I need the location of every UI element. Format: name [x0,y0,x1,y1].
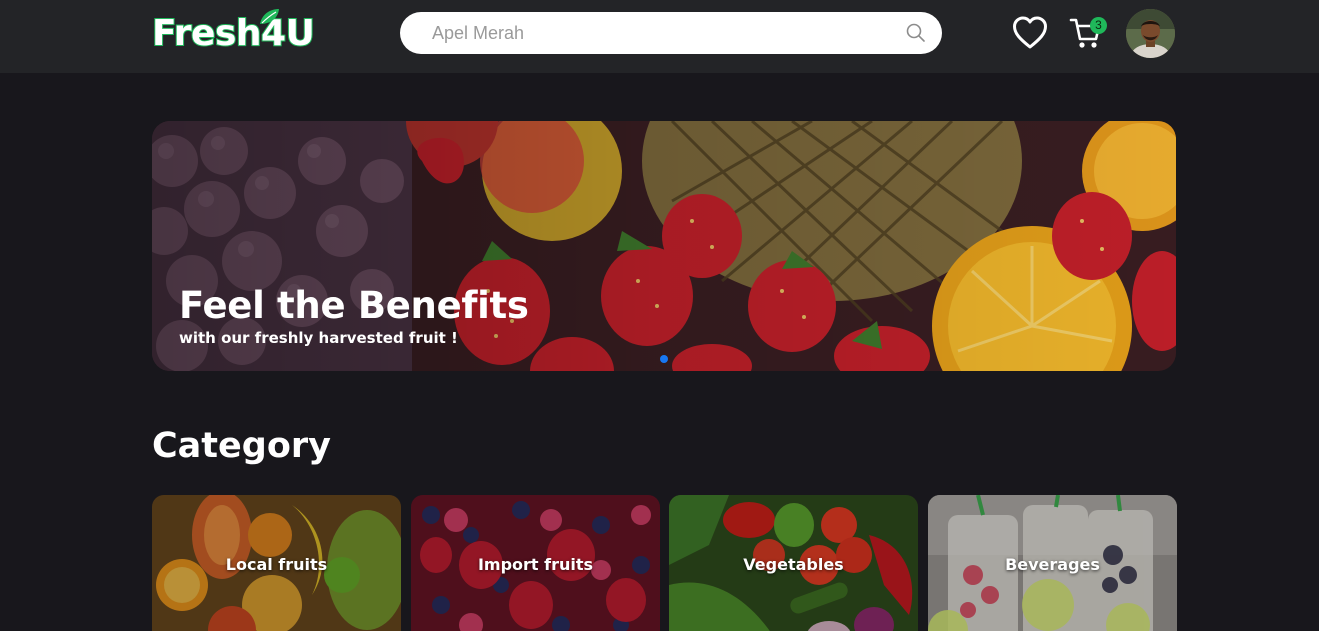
carousel-indicator-dot[interactable] [660,355,668,363]
search-icon[interactable] [906,23,926,43]
search-input[interactable] [432,22,872,44]
leaf-icon [260,9,279,24]
brand-logo[interactable]: Fresh 4U [151,9,316,58]
category-label: Import fruits [477,555,594,574]
category-heading: Category [152,426,331,466]
category-label: Beverages [1005,555,1100,574]
hero-title: Feel the Benefits [179,284,529,327]
heart-icon[interactable] [1012,16,1048,50]
category-card-vegetables[interactable]: Vegetables [669,495,918,631]
user-avatar[interactable] [1126,9,1175,58]
category-card-local-fruits[interactable]: Local fruits [152,495,401,631]
category-label: Local fruits [225,555,328,574]
logo-text-fresh: Fresh [151,12,263,55]
category-card-beverages[interactable]: Beverages [928,495,1177,631]
category-label: Vegetables [743,555,844,574]
hero-banner[interactable]: Feel the Benefits with our freshly harve… [152,121,1176,371]
category-card-import-fruits[interactable]: Import fruits [411,495,660,631]
search-bar[interactable] [400,12,942,54]
top-navbar: Fresh4U 3 [0,0,1319,73]
hero-subtitle: with our freshly harvested fruit ! [179,329,458,347]
cart-count-badge: 3 [1090,17,1107,34]
